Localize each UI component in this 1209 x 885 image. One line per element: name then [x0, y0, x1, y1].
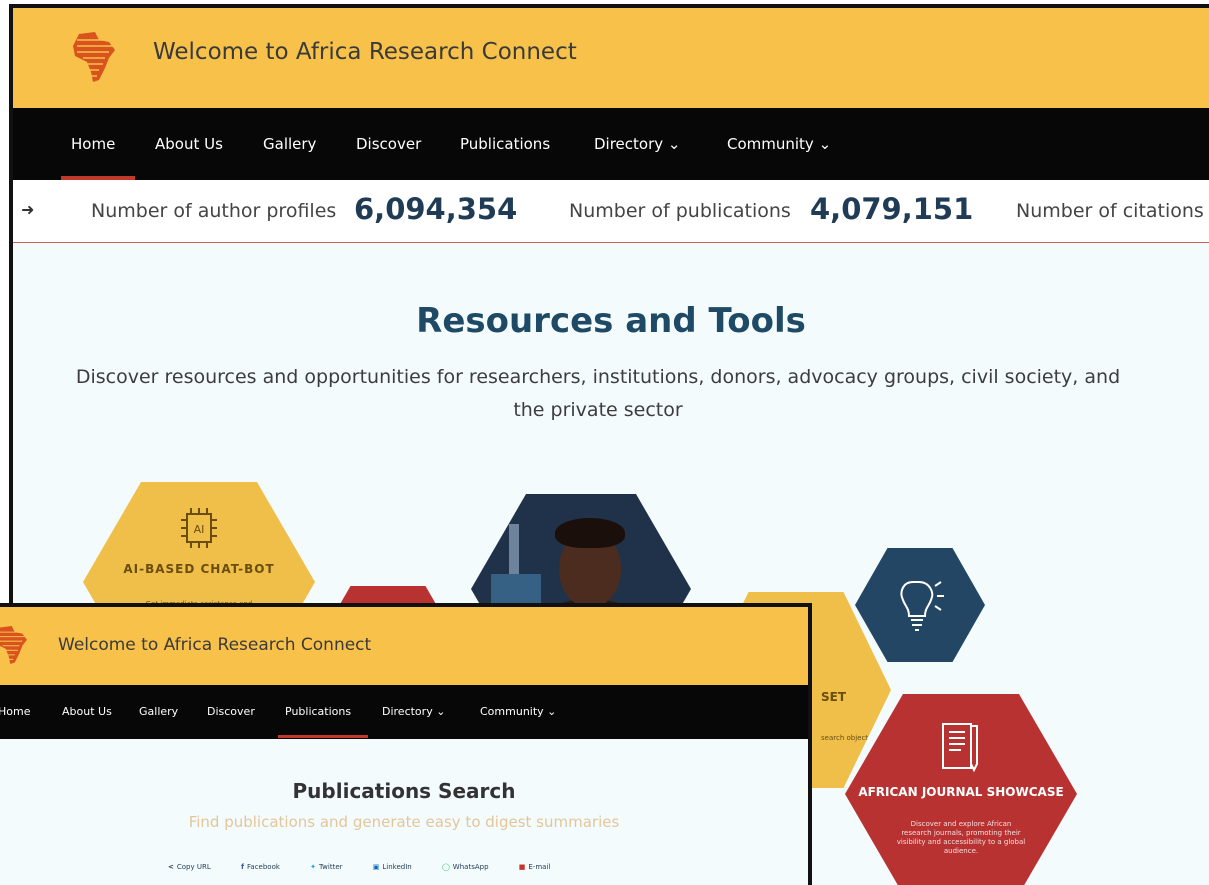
- email-icon: ■: [518, 863, 526, 871]
- nav-discover[interactable]: Discover: [207, 705, 255, 718]
- share-email[interactable]: ■ E-mail: [519, 863, 565, 871]
- resources-heading: Resources and Tools: [416, 301, 806, 341]
- resources-subheading: Discover resources and opportunities for…: [75, 366, 1121, 421]
- share-icon: <: [168, 863, 174, 871]
- nav-about-us[interactable]: About Us: [155, 135, 223, 153]
- linkedin-icon: ▣: [372, 863, 380, 871]
- main-nav: Home About Us Gallery Discover Publicati…: [13, 108, 1209, 180]
- nav-community[interactable]: Community ⌄: [480, 705, 556, 718]
- journal-icon: [942, 723, 978, 773]
- publication-count-value: 4,079,151: [810, 192, 974, 226]
- chevron-down-icon: ⌄: [667, 135, 681, 153]
- innovation-card[interactable]: [855, 548, 985, 662]
- nav-gallery[interactable]: Gallery: [263, 135, 316, 153]
- author-count-label: Number of author profiles: [91, 200, 337, 222]
- active-tab-indicator: [278, 735, 368, 738]
- african-journal-showcase-desc: Discover and explore African research jo…: [896, 820, 1026, 855]
- site-title: Welcome to Africa Research Connect: [58, 635, 372, 655]
- chevron-down-icon: ⌄: [547, 705, 557, 718]
- nav-home[interactable]: Home: [0, 705, 30, 718]
- facebook-icon: f: [240, 863, 245, 871]
- main-nav: Home About Us Gallery Discover Publicati…: [0, 685, 808, 739]
- nav-publications[interactable]: Publications: [460, 135, 550, 153]
- site-header: Welcome to Africa Research Connect: [13, 8, 1209, 108]
- publication-count-label: Number of publications: [569, 200, 791, 222]
- share-whatsapp[interactable]: ◯ WhatsApp: [442, 863, 503, 871]
- nav-community[interactable]: Community ⌄: [727, 135, 831, 153]
- author-count-value: 6,094,354: [354, 192, 518, 226]
- africa-logo-icon: [73, 32, 115, 82]
- share-linkedin[interactable]: ▣ LinkedIn: [373, 863, 426, 871]
- stats-ticker: ➜ Number of author profiles 6,094,354 Nu…: [13, 180, 1209, 243]
- nav-publications[interactable]: Publications: [285, 705, 351, 718]
- ai-chip-icon: AI: [181, 508, 217, 548]
- nav-discover[interactable]: Discover: [356, 135, 421, 153]
- dataset-card-title: SET: [821, 690, 847, 704]
- whatsapp-icon: ◯: [441, 863, 450, 871]
- citation-count-label: Number of citations: [1016, 200, 1204, 222]
- nav-home[interactable]: Home: [71, 135, 115, 153]
- publications-page-screenshot: Welcome to Africa Research Connect Home …: [0, 603, 812, 885]
- publications-heading: Publications Search: [292, 779, 516, 803]
- african-journal-showcase-title: AFRICAN JOURNAL SHOWCASE: [858, 785, 1064, 799]
- nav-gallery[interactable]: Gallery: [139, 705, 178, 718]
- twitter-icon: ✦: [310, 863, 317, 871]
- publications-subheading: Find publications and generate easy to d…: [188, 813, 620, 831]
- nav-about-us[interactable]: About Us: [62, 705, 112, 718]
- african-journal-showcase-card[interactable]: AFRICAN JOURNAL SHOWCASE Discover and ex…: [845, 694, 1077, 885]
- chevron-down-icon: ⌄: [818, 135, 832, 153]
- site-title: Welcome to Africa Research Connect: [153, 39, 577, 65]
- nav-directory[interactable]: Directory ⌄: [382, 705, 445, 718]
- share-copy-url[interactable]: < Copy URL: [168, 863, 225, 871]
- africa-logo-icon: [0, 626, 27, 664]
- arrow-right-icon: ➜: [21, 200, 35, 219]
- chevron-down-icon: ⌄: [436, 705, 446, 718]
- site-header: Welcome to Africa Research Connect: [0, 607, 808, 685]
- share-bar: < Copy URL f Facebook ✦ Twitter ▣ LinkedIn ◯…: [168, 863, 578, 871]
- dataset-card-desc: search objects: [821, 734, 872, 742]
- brain-lightbulb-icon: [900, 581, 944, 631]
- share-twitter[interactable]: ✦ Twitter: [310, 863, 356, 871]
- nav-directory[interactable]: Directory ⌄: [594, 135, 681, 153]
- ai-chatbot-title: AI-BASED CHAT-BOT: [123, 562, 275, 576]
- svg-text:AI: AI: [194, 523, 205, 536]
- share-facebook[interactable]: f Facebook: [241, 863, 294, 871]
